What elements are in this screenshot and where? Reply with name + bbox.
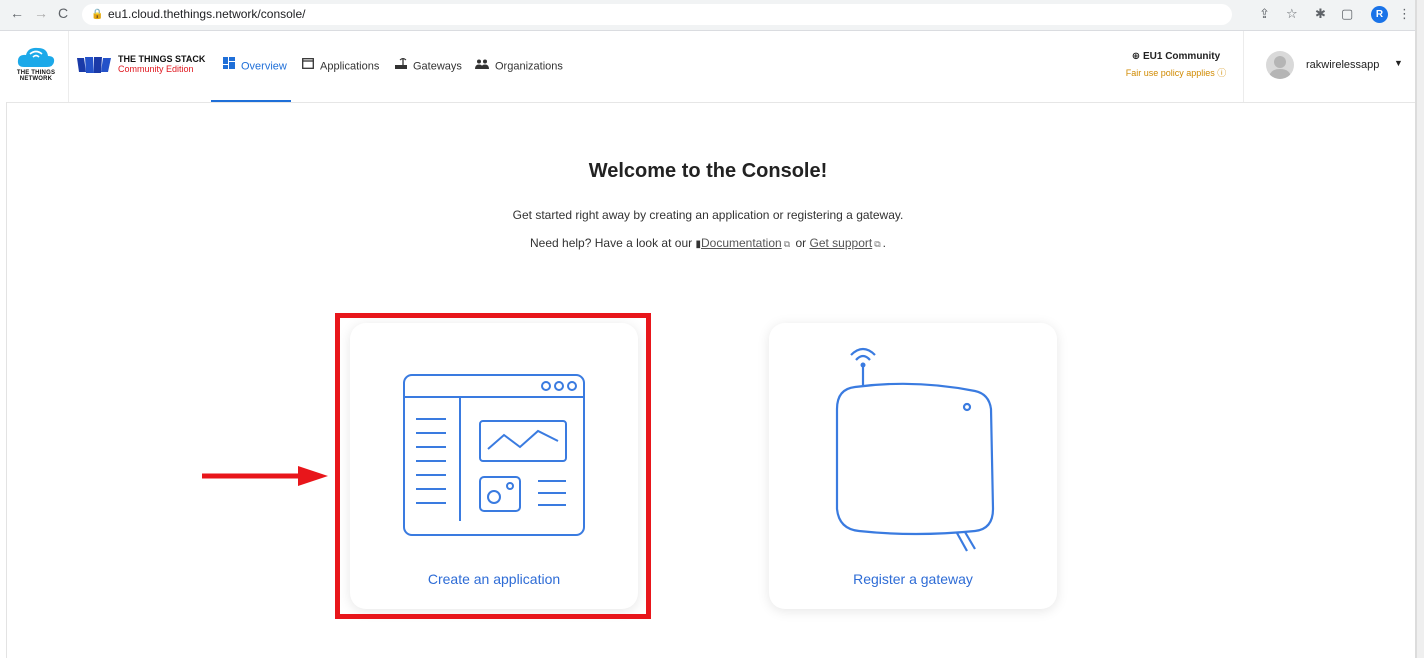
browser-toolbar: ← → C 🔒 eu1.cloud.thethings.network/cons…: [0, 0, 1416, 31]
stack-blocks-icon: [77, 57, 111, 73]
nav-applications-label: Applications: [320, 60, 380, 73]
reload-icon[interactable]: C: [58, 5, 68, 21]
community-selector[interactable]: ⊕ EU1 Community Fair use policy applies …: [1121, 51, 1231, 79]
register-gateway-card[interactable]: Register a gateway: [769, 323, 1057, 609]
documentation-link[interactable]: Documentation: [701, 236, 782, 250]
nav-overview[interactable]: Overview: [211, 31, 291, 102]
help-circle-icon: ⓘ: [1217, 68, 1227, 78]
caret-down-icon[interactable]: ▼: [1394, 58, 1403, 68]
nav-organizations[interactable]: Organizations: [475, 31, 563, 102]
globe-icon: ⊕: [1131, 51, 1141, 62]
page-frame-left: [6, 102, 7, 658]
register-gateway-label: Register a gateway: [853, 571, 973, 587]
external-link-icon: ⧉: [874, 239, 881, 249]
header-divider: [1243, 31, 1244, 102]
extensions-icon[interactable]: ✱: [1315, 6, 1326, 22]
fair-use-note: Fair use policy applies: [1125, 68, 1215, 78]
organizations-icon: [475, 31, 489, 102]
stack-logo[interactable]: THE THINGS STACK Community Edition: [76, 53, 206, 81]
help-period: .: [882, 236, 886, 250]
lock-icon: 🔒: [91, 9, 104, 20]
username[interactable]: rakwirelessapp: [1306, 59, 1379, 71]
bookmark-star-icon[interactable]: ☆: [1286, 6, 1298, 22]
sidepanel-icon[interactable]: ▢: [1341, 6, 1353, 22]
profile-avatar[interactable]: R: [1371, 6, 1388, 23]
stack-title: THE THINGS STACK: [118, 54, 206, 64]
nav-gateways[interactable]: Gateways: [395, 31, 462, 102]
avatar[interactable]: [1266, 51, 1294, 79]
nav-overview-label: Overview: [241, 60, 287, 73]
help-prefix: Need help? Have a look at our: [530, 236, 693, 250]
community-row: ⊕ EU1 Community: [1121, 51, 1231, 62]
address-bar[interactable]: 🔒 eu1.cloud.thethings.network/console/: [82, 4, 1232, 25]
app-header: THE THINGS NETWORK THE THINGS STACK Comm…: [6, 31, 1416, 103]
gateway-device-icon: [835, 347, 995, 552]
url-text: eu1.cloud.thethings.network/console/: [108, 7, 306, 21]
cloud-logo-icon: [17, 47, 55, 67]
page-frame-shadow: [1417, 0, 1424, 658]
nav-applications[interactable]: Applications: [302, 31, 379, 102]
ttn-logo-text: THE THINGS NETWORK: [16, 70, 56, 82]
ttn-logo[interactable]: THE THINGS NETWORK: [6, 31, 69, 102]
page-title: Welcome to the Console!: [588, 160, 828, 182]
forward-icon[interactable]: →: [34, 5, 48, 21]
highlight-box: [335, 313, 651, 619]
overview-icon: [223, 31, 235, 102]
user-avatar-icon: [1269, 56, 1291, 79]
or-text: or: [795, 236, 807, 250]
community-name: EU1 Community: [1142, 51, 1221, 62]
gateways-icon: [395, 31, 407, 102]
applications-icon: [302, 31, 314, 102]
arrow-right-icon: [202, 466, 328, 486]
share-icon[interactable]: ⇪: [1259, 6, 1270, 22]
support-link[interactable]: Get support: [810, 236, 873, 250]
page-subtitle: Get started right away by creating an ap…: [512, 208, 904, 222]
nav-organizations-label: Organizations: [495, 60, 563, 73]
external-link-icon: ⧉: [783, 239, 791, 249]
menu-kebab-icon[interactable]: ⋮: [1398, 6, 1411, 22]
nav-gateways-label: Gateways: [413, 60, 462, 73]
stack-subtitle: Community Edition: [118, 64, 194, 74]
help-line: Need help? Have a look at our ▮Documenta…: [0, 236, 1416, 250]
back-icon[interactable]: ←: [10, 5, 24, 21]
fair-use-row[interactable]: Fair use policy applies ⓘ: [1121, 66, 1231, 79]
